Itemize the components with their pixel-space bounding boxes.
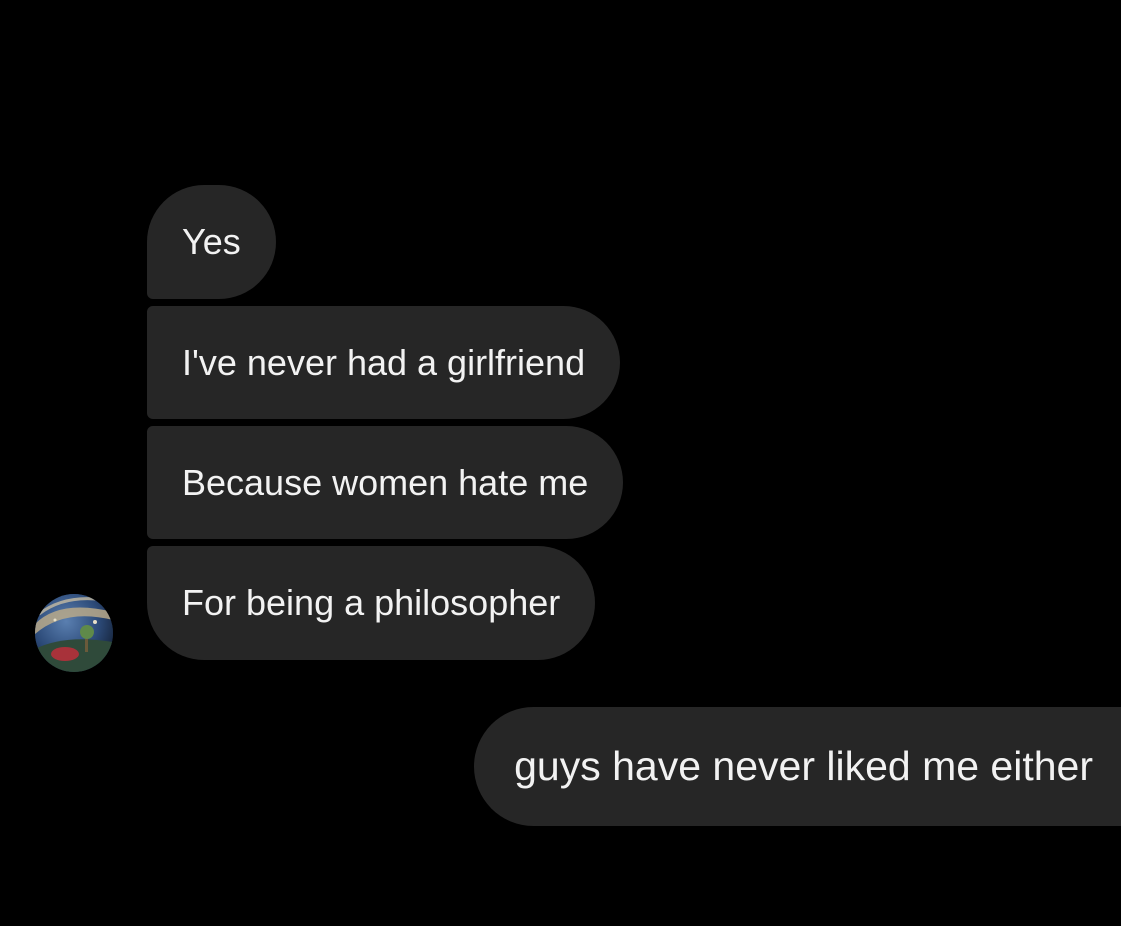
message-bubble-incoming[interactable]: For being a philosopher (147, 546, 596, 660)
message-text: Because women hate me (182, 461, 589, 503)
message-text: For being a philosopher (182, 582, 561, 623)
message-bubble-incoming[interactable]: I've never had a girlfriend (147, 306, 621, 419)
chat-thread: Yes I've never had a girlfriend Because … (0, 0, 1121, 926)
message-text: Yes (182, 221, 241, 262)
message-bubble-incoming[interactable]: Because women hate me (147, 426, 624, 539)
message-text: guys have never liked me either (514, 743, 1093, 789)
profile-avatar-icon[interactable] (35, 594, 113, 672)
message-bubble-outgoing[interactable]: guys have never liked me either (474, 707, 1121, 826)
message-bubble-incoming[interactable]: Yes (147, 185, 276, 299)
message-text: I've never had a girlfriend (182, 341, 586, 383)
avatar-image (35, 594, 113, 672)
